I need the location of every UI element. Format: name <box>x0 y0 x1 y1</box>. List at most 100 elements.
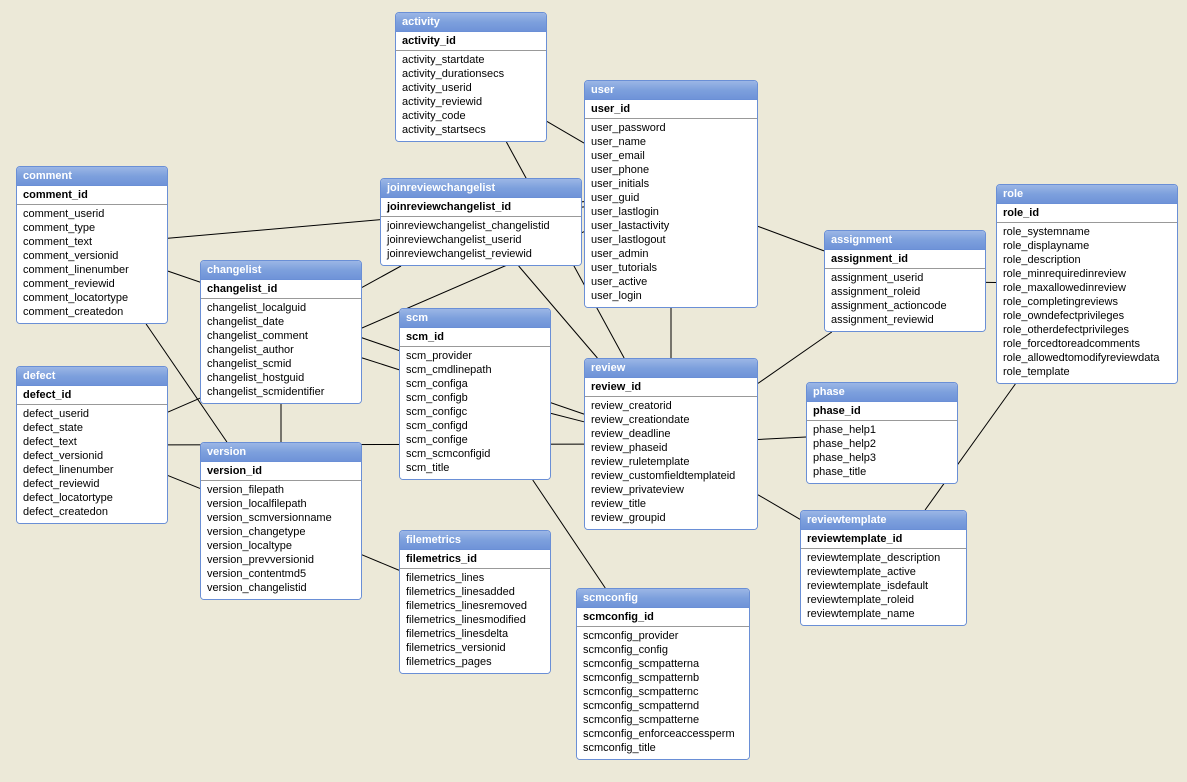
field-role-role_owndefectprivileges[interactable]: role_owndefectprivileges <box>1003 309 1171 323</box>
field-comment-comment_userid[interactable]: comment_userid <box>23 207 161 221</box>
field-comment-comment_text[interactable]: comment_text <box>23 235 161 249</box>
entity-changelist[interactable]: changelistchangelist_idchangelist_localg… <box>200 260 362 404</box>
field-defect-defect_locatortype[interactable]: defect_locatortype <box>23 491 161 505</box>
field-scm-scm_confige[interactable]: scm_confige <box>406 433 544 447</box>
field-phase-phase_help1[interactable]: phase_help1 <box>813 423 951 437</box>
field-version-version_id[interactable]: version_id <box>207 464 355 478</box>
field-role-role_forcedtoreadcomments[interactable]: role_forcedtoreadcomments <box>1003 337 1171 351</box>
field-user-user_lastlogout[interactable]: user_lastlogout <box>591 233 751 247</box>
field-defect-defect_text[interactable]: defect_text <box>23 435 161 449</box>
field-comment-comment_reviewid[interactable]: comment_reviewid <box>23 277 161 291</box>
field-role-role_id[interactable]: role_id <box>1003 206 1171 220</box>
field-comment-comment_id[interactable]: comment_id <box>23 188 161 202</box>
entity-title-comment[interactable]: comment <box>17 167 167 186</box>
field-scmconfig-scmconfig_scmpatterne[interactable]: scmconfig_scmpatterne <box>583 713 743 727</box>
field-user-user_name[interactable]: user_name <box>591 135 751 149</box>
field-role-role_otherdefectprivileges[interactable]: role_otherdefectprivileges <box>1003 323 1171 337</box>
field-filemetrics-filemetrics_linesadded[interactable]: filemetrics_linesadded <box>406 585 544 599</box>
field-filemetrics-filemetrics_pages[interactable]: filemetrics_pages <box>406 655 544 669</box>
field-role-role_allowedtomodifyreviewdata[interactable]: role_allowedtomodifyreviewdata <box>1003 351 1171 365</box>
field-changelist-changelist_localguid[interactable]: changelist_localguid <box>207 301 355 315</box>
field-scm-scm_scmconfigid[interactable]: scm_scmconfigid <box>406 447 544 461</box>
field-scm-scm_configb[interactable]: scm_configb <box>406 391 544 405</box>
field-user-user_id[interactable]: user_id <box>591 102 751 116</box>
entity-title-defect[interactable]: defect <box>17 367 167 386</box>
field-activity-activity_reviewid[interactable]: activity_reviewid <box>402 95 540 109</box>
field-assignment-assignment_actioncode[interactable]: assignment_actioncode <box>831 299 979 313</box>
field-review-review_customfieldtemplateid[interactable]: review_customfieldtemplateid <box>591 469 751 483</box>
field-review-review_id[interactable]: review_id <box>591 380 751 394</box>
field-user-user_lastactivity[interactable]: user_lastactivity <box>591 219 751 233</box>
field-review-review_ruletemplate[interactable]: review_ruletemplate <box>591 455 751 469</box>
field-filemetrics-filemetrics_lines[interactable]: filemetrics_lines <box>406 571 544 585</box>
field-role-role_minrequiredinreview[interactable]: role_minrequiredinreview <box>1003 267 1171 281</box>
field-role-role_displayname[interactable]: role_displayname <box>1003 239 1171 253</box>
entity-activity[interactable]: activityactivity_idactivity_startdateact… <box>395 12 547 142</box>
field-activity-activity_userid[interactable]: activity_userid <box>402 81 540 95</box>
field-version-version_filepath[interactable]: version_filepath <box>207 483 355 497</box>
field-defect-defect_id[interactable]: defect_id <box>23 388 161 402</box>
entity-title-review[interactable]: review <box>585 359 757 378</box>
entity-title-reviewtemplate[interactable]: reviewtemplate <box>801 511 966 530</box>
entity-version[interactable]: version version_id version_filepathversion… <box>200 442 362 600</box>
field-role-role_systemname[interactable]: role_systemname <box>1003 225 1171 239</box>
field-assignment-assignment_id[interactable]: assignment_id <box>831 252 979 266</box>
field-review-review_privateview[interactable]: review_privateview <box>591 483 751 497</box>
field-version-version_changetype[interactable]: version_changetype <box>207 525 355 539</box>
field-joinreviewchangelist-joinreviewchangelist_reviewid[interactable]: joinreviewchangelist_reviewid <box>387 247 575 261</box>
field-defect-defect_linenumber[interactable]: defect_linenumber <box>23 463 161 477</box>
field-role-role_description[interactable]: role_description <box>1003 253 1171 267</box>
field-scm-scm_title[interactable]: scm_title <box>406 461 544 475</box>
field-activity-activity_startdate[interactable]: activity_startdate <box>402 53 540 67</box>
field-activity-activity_code[interactable]: activity_code <box>402 109 540 123</box>
field-scm-scm_configa[interactable]: scm_configa <box>406 377 544 391</box>
field-role-role_template[interactable]: role_template <box>1003 365 1171 379</box>
field-user-user_admin[interactable]: user_admin <box>591 247 751 261</box>
field-reviewtemplate-reviewtemplate_name[interactable]: reviewtemplate_name <box>807 607 960 621</box>
field-role-role_maxallowedinreview[interactable]: role_maxallowedinreview <box>1003 281 1171 295</box>
field-comment-comment_createdon[interactable]: comment_createdon <box>23 305 161 319</box>
field-defect-defect_createdon[interactable]: defect_createdon <box>23 505 161 519</box>
entity-title-changelist[interactable]: changelist <box>201 261 361 280</box>
entity-title-version[interactable]: version <box>201 443 361 462</box>
field-phase-phase_id[interactable]: phase_id <box>813 404 951 418</box>
field-filemetrics-filemetrics_id[interactable]: filemetrics_id <box>406 552 544 566</box>
field-reviewtemplate-reviewtemplate_active[interactable]: reviewtemplate_active <box>807 565 960 579</box>
entity-scmconfig[interactable]: scmconfigscmconfig_idscmconfig_providers… <box>576 588 750 760</box>
entity-title-scmconfig[interactable]: scmconfig <box>577 589 749 608</box>
field-scm-scm_id[interactable]: scm_id <box>406 330 544 344</box>
entity-filemetrics[interactable]: filemetrics filemetrics_id filemetrics_lin… <box>399 530 551 674</box>
field-scm-scm_provider[interactable]: scm_provider <box>406 349 544 363</box>
entity-title-activity[interactable]: activity <box>396 13 546 32</box>
field-comment-comment_linenumber[interactable]: comment_linenumber <box>23 263 161 277</box>
field-defect-defect_userid[interactable]: defect_userid <box>23 407 161 421</box>
entity-assignment[interactable]: assignment assignment_id assignment_userid… <box>824 230 986 332</box>
field-filemetrics-filemetrics_linesmodified[interactable]: filemetrics_linesmodified <box>406 613 544 627</box>
field-comment-comment_type[interactable]: comment_type <box>23 221 161 235</box>
field-scmconfig-scmconfig_config[interactable]: scmconfig_config <box>583 643 743 657</box>
entity-role[interactable]: rolerole_idrole_systemnamerole_displayna… <box>996 184 1178 384</box>
field-version-version_scmversionname[interactable]: version_scmversionname <box>207 511 355 525</box>
field-changelist-changelist_hostguid[interactable]: changelist_hostguid <box>207 371 355 385</box>
entity-title-scm[interactable]: scm <box>400 309 550 328</box>
entity-joinreviewchangelist[interactable]: joinreviewchangelistjoinreviewchangelist… <box>380 178 582 266</box>
field-reviewtemplate-reviewtemplate_isdefault[interactable]: reviewtemplate_isdefault <box>807 579 960 593</box>
field-changelist-changelist_scmid[interactable]: changelist_scmid <box>207 357 355 371</box>
field-changelist-changelist_author[interactable]: changelist_author <box>207 343 355 357</box>
field-phase-phase_help2[interactable]: phase_help2 <box>813 437 951 451</box>
field-version-version_prevversionid[interactable]: version_prevversionid <box>207 553 355 567</box>
entity-title-filemetrics[interactable]: filemetrics <box>400 531 550 550</box>
field-scmconfig-scmconfig_id[interactable]: scmconfig_id <box>583 610 743 624</box>
field-scmconfig-scmconfig_scmpatterna[interactable]: scmconfig_scmpatterna <box>583 657 743 671</box>
field-changelist-changelist_scmidentifier[interactable]: changelist_scmidentifier <box>207 385 355 399</box>
field-review-review_creationdate[interactable]: review_creationdate <box>591 413 751 427</box>
field-review-review_title[interactable]: review_title <box>591 497 751 511</box>
field-filemetrics-filemetrics_linesremoved[interactable]: filemetrics_linesremoved <box>406 599 544 613</box>
field-user-user_tutorials[interactable]: user_tutorials <box>591 261 751 275</box>
field-assignment-assignment_userid[interactable]: assignment_userid <box>831 271 979 285</box>
field-user-user_lastlogin[interactable]: user_lastlogin <box>591 205 751 219</box>
field-defect-defect_versionid[interactable]: defect_versionid <box>23 449 161 463</box>
field-changelist-changelist_comment[interactable]: changelist_comment <box>207 329 355 343</box>
entity-reviewtemplate[interactable]: reviewtemplatereviewtemplate_idreviewtem… <box>800 510 967 626</box>
entity-title-assignment[interactable]: assignment <box>825 231 985 250</box>
